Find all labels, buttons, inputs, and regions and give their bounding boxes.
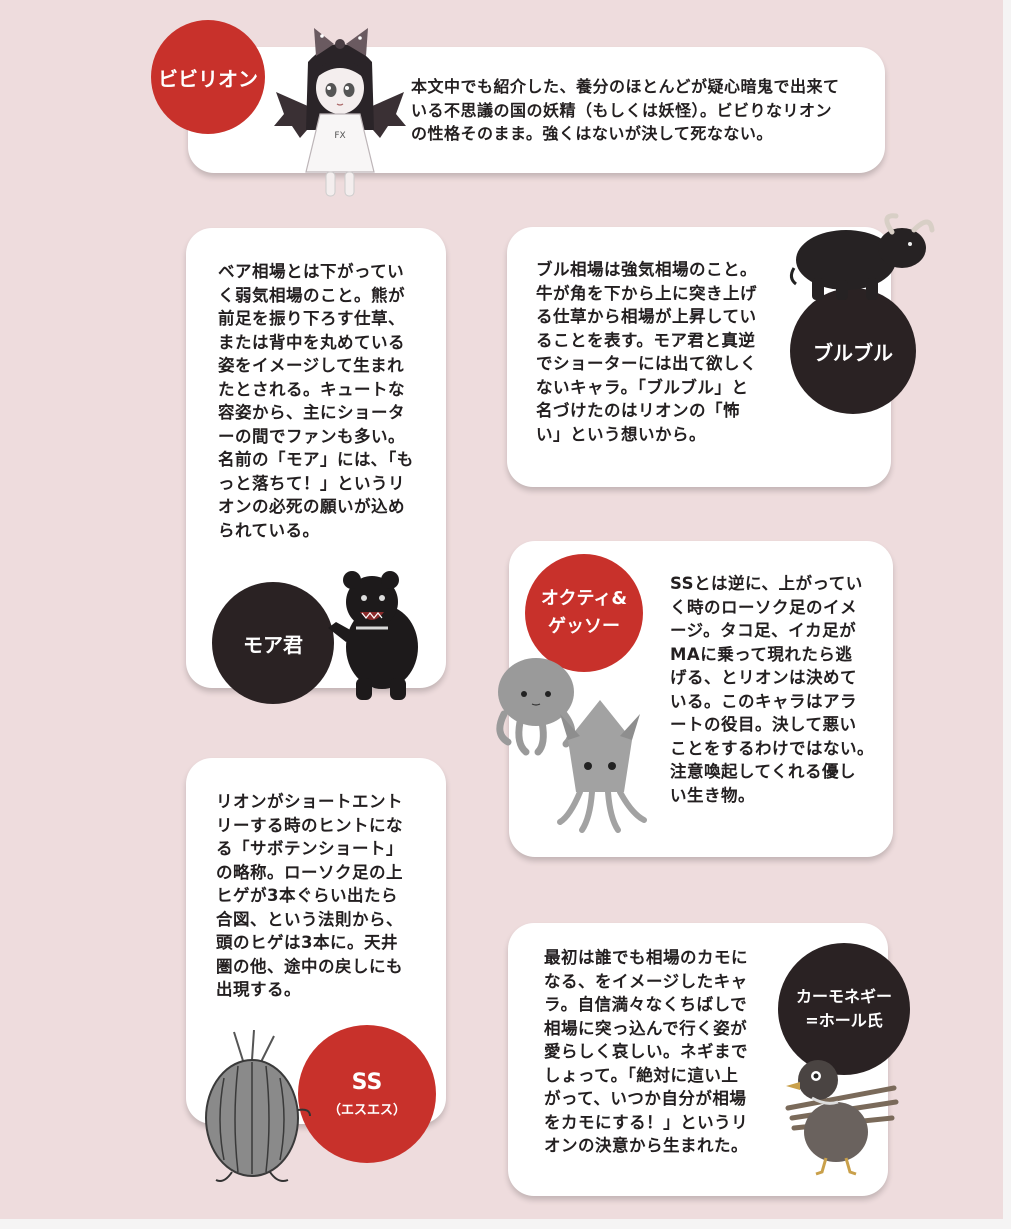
character-guide-page: 本文中でも紹介した、養分のほとんどが疑心暗鬼で出来て いる不思議の国の妖精（もし… <box>0 0 1003 1219</box>
bibirion-name-badge: ビビリオン <box>151 20 265 134</box>
bear-illustration <box>328 571 418 700</box>
moa-name-badge: モア君 <box>212 582 334 704</box>
squid-illustration <box>557 700 647 833</box>
burubulu-description: ブル相場は強気相場のこと。 牛が角を下から上に突き上げ る仕草から相場が上昇して… <box>536 260 757 444</box>
cactus-illustration <box>205 1030 311 1182</box>
fairy-illustration: FX <box>274 28 406 197</box>
ss-description: リオンがショートエント リーする時のヒントにな る「サボテンショート」 の略称。… <box>216 792 403 999</box>
octy-description: SSとは逆に、上がってい く時のローソク足のイメ ージ。タコ足、イカ足が MAに… <box>670 574 874 805</box>
ss-reading: （エスエス） <box>327 1103 406 1118</box>
duck-illustration <box>785 1060 899 1176</box>
bull-illustration <box>789 213 935 300</box>
kamo-description: 最初は誰でも相場のカモに なる、をイメージしたキャ ラ。自信満々なくちばしで 相… <box>544 948 749 1155</box>
ss-name: SS <box>351 1070 383 1095</box>
svg-text:FX: FX <box>334 131 345 141</box>
bibirion-description: 本文中でも紹介した、養分のほとんどが疑心暗鬼で出来て いる不思議の国の妖精（もし… <box>411 77 840 143</box>
ss-name-badge: SS （エスエス） <box>298 1025 436 1163</box>
moa-description: ベア相場とは下がってい く弱気相場のこと。熊が 前足を振り下ろす仕草、 または背… <box>218 262 414 540</box>
